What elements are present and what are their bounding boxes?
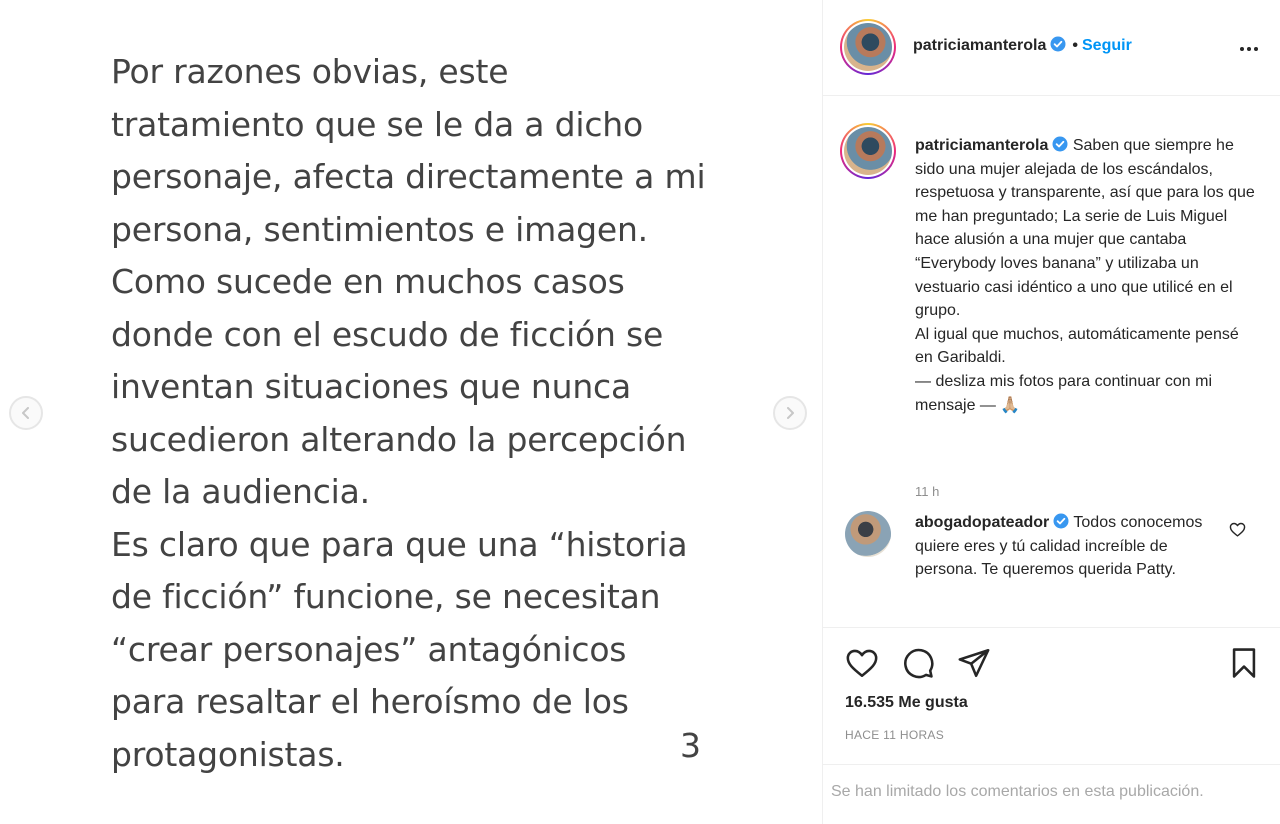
media-text-line: Es claro que para que una “historia (111, 524, 688, 564)
media-text-line: personaje, afecta directamente a mi (111, 157, 706, 196)
share-send-icon[interactable] (957, 646, 991, 680)
comment-text-block: abogadopateador Todos conocemos quiere e… (915, 511, 1225, 582)
media-text-line: de ficción” funcione, se necesitan (111, 577, 661, 616)
post-header: patriciamanterola • Seguir (823, 0, 1280, 96)
follow-button[interactable]: Seguir (1082, 37, 1132, 54)
more-options-icon[interactable] (1237, 38, 1258, 56)
comments-limited-notice: Se han limitado los comentarios en esta … (823, 764, 1280, 824)
like-comment-heart-icon[interactable] (1229, 521, 1246, 538)
media-text-line: sucedieron alterando la percepción (111, 419, 687, 459)
caption-avatar[interactable] (840, 123, 896, 179)
post-actions: 16.535 Me gusta HACE 11 HORAS Se han lim… (823, 627, 1280, 824)
author-username-link[interactable]: patriciamanterola (913, 37, 1046, 54)
comments-section[interactable]: patriciamanterola Saben que siempre he s… (823, 97, 1280, 627)
like-heart-icon[interactable] (845, 646, 879, 680)
verified-badge-icon (1053, 513, 1069, 529)
caption-username-link[interactable]: patriciamanterola (915, 137, 1048, 154)
media-text-line: Como sucede en muchos casos (111, 262, 625, 301)
post-time[interactable]: HACE 11 HORAS (845, 728, 944, 742)
verified-badge-icon (1050, 36, 1066, 52)
media-text-line: de la audiencia. (111, 472, 370, 511)
verified-badge-icon (1052, 136, 1068, 152)
post-side-panel: patriciamanterola • Seguir patriciamantero… (822, 0, 1280, 824)
media-text-line: Por razones obvias, este (111, 52, 509, 91)
likes-count[interactable]: 16.535 Me gusta (845, 694, 968, 712)
caption-body: Saben que siempre he sido una mujer alej… (915, 137, 1255, 414)
media-text-line: tratamiento que se le da a dicho (111, 104, 643, 144)
previous-slide-button[interactable] (9, 396, 43, 430)
chevron-left-icon (22, 407, 29, 419)
author-row: patriciamanterola • Seguir (913, 36, 1132, 55)
media-text-line: persona, sentimientos e imagen. (111, 209, 648, 249)
caption-text-block: patriciamanterola Saben que siempre he s… (915, 134, 1255, 417)
media-text-line: protagonistas. (111, 734, 345, 774)
media-text-block: Por razones obvias, este tratamiento que… (111, 46, 751, 781)
commenter-username-link[interactable]: abogadopateador (915, 514, 1049, 531)
post-media[interactable]: Por razones obvias, este tratamiento que… (0, 0, 822, 824)
comment-bubble-icon[interactable] (901, 646, 935, 680)
media-text-line: inventan situaciones que nunca (111, 367, 632, 406)
media-text-line: para resaltar el heroísmo de los (111, 682, 629, 721)
save-bookmark-icon[interactable] (1227, 646, 1261, 680)
action-icons-row (845, 646, 1259, 680)
next-slide-button[interactable] (773, 396, 807, 430)
chevron-right-icon (787, 407, 794, 419)
media-page-number: 3 (680, 726, 701, 765)
commenter-avatar[interactable] (845, 511, 891, 557)
author-avatar[interactable] (840, 19, 896, 75)
media-text-line: “crear personajes” antagónicos (111, 629, 627, 669)
caption-timestamp[interactable]: 11 h (915, 484, 939, 499)
separator-dot: • (1072, 37, 1078, 54)
media-text-line: donde con el escudo de ficción se (111, 314, 664, 354)
